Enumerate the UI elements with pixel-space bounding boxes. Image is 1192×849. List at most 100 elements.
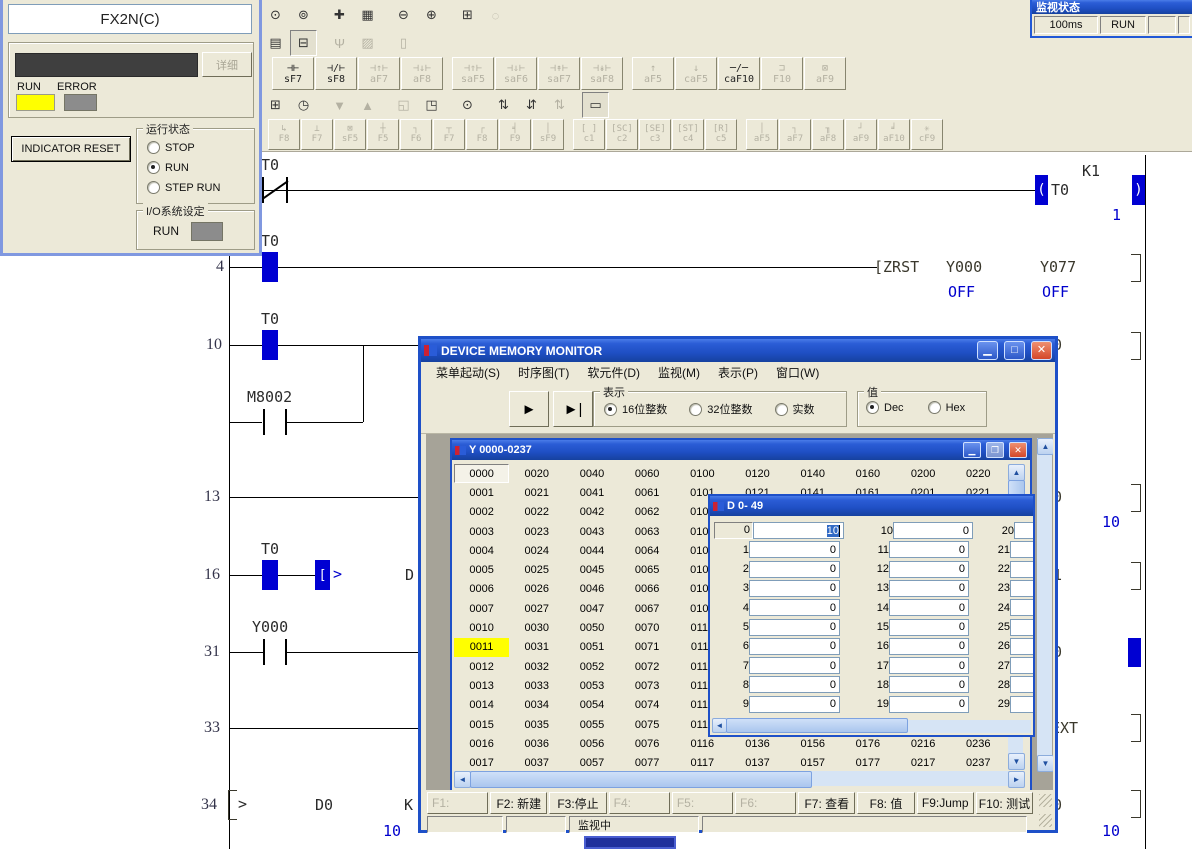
- radio-icon[interactable]: [147, 161, 160, 174]
- menu-item[interactable]: 菜单起动(S): [427, 362, 509, 383]
- find-icon[interactable]: ⊙: [262, 2, 289, 28]
- fkey-button[interactable]: F7: 查看: [798, 792, 855, 814]
- sort-down-icon[interactable]: ⇵: [518, 92, 545, 118]
- y-device-cell[interactable]: 0051: [564, 638, 619, 657]
- d-value-box[interactable]: 0: [749, 676, 840, 693]
- y-device-cell[interactable]: 0120: [730, 464, 785, 483]
- d-value-box[interactable]: [1010, 561, 1033, 578]
- radio-option[interactable]: Dec: [866, 401, 904, 414]
- y-device-cell[interactable]: 0033: [509, 676, 564, 695]
- new-view-icon[interactable]: ▤: [262, 30, 289, 56]
- compare-start-bracket[interactable]: [: [315, 560, 330, 590]
- y-device-cell[interactable]: 0116: [675, 734, 730, 753]
- y-device-cell[interactable]: 0075: [620, 715, 675, 734]
- y-device-cell[interactable]: 0200: [896, 464, 951, 483]
- ladder-symbol-button-F6[interactable]: ┐F6: [400, 119, 432, 150]
- y-device-cell[interactable]: 0010: [454, 618, 509, 637]
- y-device-cell[interactable]: 0013: [454, 676, 509, 695]
- radio-icon[interactable]: [866, 401, 879, 414]
- ladder-symbol-button-c2[interactable]: [SC]c2: [606, 119, 638, 150]
- close-button[interactable]: ✕: [1031, 341, 1052, 360]
- ladder-symbol-button-F9[interactable]: ╡F9: [499, 119, 531, 150]
- y-device-cell[interactable]: 0061: [620, 483, 675, 502]
- dmm-titlebar[interactable]: DEVICE MEMORY MONITOR ▁ □ ✕: [421, 339, 1055, 362]
- ladder-symbol-button-c1[interactable]: [ ]c1: [573, 119, 605, 150]
- y-scroll-left-icon[interactable]: ◄: [454, 771, 471, 788]
- fkey-button[interactable]: F2: 新建: [490, 792, 547, 814]
- y-device-cell[interactable]: 0216: [896, 734, 951, 753]
- radio-option[interactable]: STEP RUN: [147, 181, 254, 194]
- y-device-cell[interactable]: 0160: [840, 464, 895, 483]
- clock-icon[interactable]: ◷: [290, 92, 317, 118]
- y-device-cell[interactable]: 0066: [620, 580, 675, 599]
- d-value-box[interactable]: 0: [889, 676, 969, 693]
- d-value-box[interactable]: 0: [889, 580, 969, 597]
- fkey-button[interactable]: F10: 测试: [976, 792, 1033, 814]
- y-device-cell[interactable]: 0012: [454, 657, 509, 676]
- y-device-cell[interactable]: 0045: [564, 560, 619, 579]
- y-device-cell[interactable]: 0036: [509, 734, 564, 753]
- d-value-box[interactable]: 0: [749, 561, 840, 578]
- d-value-box[interactable]: [1010, 676, 1033, 693]
- d-value-box[interactable]: 0: [749, 541, 840, 558]
- y-device-cell[interactable]: 0236: [951, 734, 1006, 753]
- y-device-cell[interactable]: 0030: [509, 618, 564, 637]
- monitor-window-icon[interactable]: ▭: [582, 92, 609, 118]
- d-value-box[interactable]: 0: [749, 657, 840, 674]
- y-scroll-right-icon[interactable]: ►: [1008, 771, 1025, 788]
- d-value-box[interactable]: 0: [893, 522, 973, 539]
- monitor-status-titlebar[interactable]: 监视状态: [1032, 0, 1192, 14]
- d-value-box[interactable]: [1010, 619, 1033, 636]
- y-device-cell[interactable]: 0024: [509, 541, 564, 560]
- d-value-box[interactable]: [1010, 638, 1033, 655]
- y-device-cell[interactable]: 0037: [509, 753, 564, 772]
- radio-option[interactable]: STOP: [147, 141, 254, 154]
- d-hscroll-thumb[interactable]: [726, 718, 908, 733]
- y-hscroll-thumb[interactable]: [470, 771, 812, 788]
- y-device-cell[interactable]: 0020: [509, 464, 564, 483]
- y-device-cell[interactable]: 0000: [454, 464, 509, 483]
- y-device-cell[interactable]: 0022: [509, 503, 564, 522]
- client-scroll-up-icon[interactable]: ▲: [1037, 438, 1053, 455]
- menu-item[interactable]: 窗口(W): [767, 362, 828, 383]
- y-device-cell[interactable]: 0072: [620, 657, 675, 676]
- ladder-symbol-button-c4[interactable]: [ST]c4: [672, 119, 704, 150]
- y-device-cell[interactable]: 0015: [454, 715, 509, 734]
- d-value-box[interactable]: 0: [889, 541, 969, 558]
- y-device-cell[interactable]: 0157: [785, 753, 840, 772]
- ladder-symbol-button-sF7[interactable]: ⊣⊢sF7: [272, 57, 314, 90]
- y-device-cell[interactable]: 0060: [620, 464, 675, 483]
- y-device-cell[interactable]: 0021: [509, 483, 564, 502]
- fkey-button[interactable]: F8: 值: [857, 792, 914, 814]
- y-device-cell[interactable]: 0014: [454, 696, 509, 715]
- y-device-cell[interactable]: 0064: [620, 541, 675, 560]
- y-scroll-up-icon[interactable]: ▲: [1008, 464, 1025, 481]
- y-device-cell[interactable]: 0156: [785, 734, 840, 753]
- maximize-button[interactable]: □: [1004, 341, 1025, 360]
- d-value-box[interactable]: [1014, 522, 1033, 539]
- ladder-symbol-button-sF9[interactable]: │sF9: [532, 119, 564, 150]
- y-device-cell[interactable]: 0041: [564, 483, 619, 502]
- y-device-cell[interactable]: 0026: [509, 580, 564, 599]
- jump-fwd-icon[interactable]: ◳: [418, 92, 445, 118]
- find-device-icon[interactable]: ⊚: [290, 2, 317, 28]
- menu-item[interactable]: 时序图(T): [509, 362, 578, 383]
- fkey-button[interactable]: F9:Jump: [917, 792, 974, 814]
- y-device-cell[interactable]: 0220: [951, 464, 1006, 483]
- client-vscrollbar[interactable]: [1037, 438, 1052, 770]
- y-device-cell[interactable]: 0056: [564, 734, 619, 753]
- ladder-symbol-button-F5[interactable]: ┼F5: [367, 119, 399, 150]
- y-device-cell[interactable]: 0004: [454, 541, 509, 560]
- y-device-cell[interactable]: 0023: [509, 522, 564, 541]
- monitor-start-end-button[interactable]: ►|: [553, 391, 593, 427]
- y-device-cell[interactable]: 0043: [564, 522, 619, 541]
- radio-icon[interactable]: [147, 141, 160, 154]
- restore-button[interactable]: ❐: [986, 442, 1004, 458]
- y-device-cell[interactable]: 0027: [509, 599, 564, 618]
- y-device-cell[interactable]: 0077: [620, 753, 675, 772]
- d-value-box[interactable]: 0: [889, 696, 969, 713]
- y-device-cell[interactable]: 0055: [564, 715, 619, 734]
- split-window-icon[interactable]: ⊞: [454, 2, 481, 28]
- y-device-cell[interactable]: 0176: [840, 734, 895, 753]
- d-value-box[interactable]: [1010, 657, 1033, 674]
